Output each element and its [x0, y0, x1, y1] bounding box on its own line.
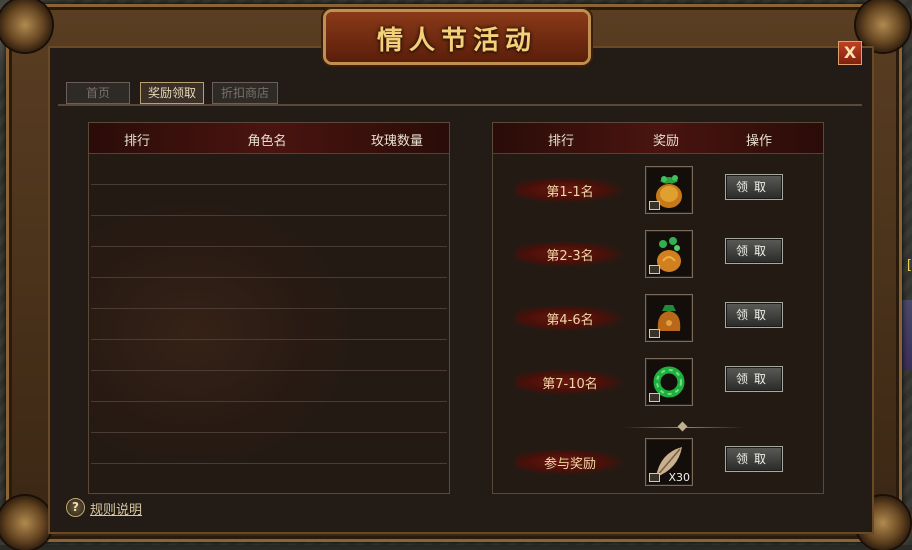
bound-lock-icon — [649, 393, 660, 402]
reward-slot[interactable]: X30 — [645, 438, 693, 486]
rank-banner: 第1-1名 — [515, 177, 625, 203]
rules-link[interactable]: 规则说明 — [90, 499, 142, 518]
close-button[interactable]: X — [838, 41, 862, 65]
claim-button[interactable]: 领取 — [725, 446, 783, 472]
leaderboard-row — [91, 433, 447, 464]
leaderboard-row — [91, 340, 447, 371]
reward-row: 第1-1名 领取 — [493, 157, 823, 221]
reward-rank: 第1-1名 — [546, 185, 594, 200]
header-rose-count: 玫瑰数量 — [370, 134, 423, 149]
leaderboard-row — [91, 185, 447, 216]
tab-bar: 首页 奖励领取 折扣商店 — [58, 74, 862, 106]
reward-row: 第4-6名 领取 — [493, 285, 823, 349]
claim-button[interactable]: 领取 — [725, 366, 783, 392]
reward-slot[interactable] — [645, 166, 693, 214]
reward-slot[interactable] — [645, 294, 693, 342]
tab-discount-shop[interactable]: 折扣商店 — [212, 82, 278, 104]
leaderboard-row — [91, 371, 447, 402]
claim-button[interactable]: 领取 — [725, 302, 783, 328]
reward-rank: 第7-10名 — [542, 377, 598, 392]
world-chat-fragment: [ — [906, 258, 912, 273]
reward-rank: 参与奖励 — [543, 457, 596, 472]
item-count: X30 — [668, 471, 690, 484]
rank-banner: 第7-10名 — [515, 369, 625, 395]
tab-reward-claim[interactable]: 奖励领取 — [140, 82, 204, 104]
rank-banner: 第2-3名 — [515, 241, 625, 267]
reward-rank: 第4-6名 — [546, 313, 594, 328]
window-title: 情人节活动 — [376, 26, 537, 56]
claim-button[interactable]: 领取 — [725, 174, 783, 200]
bound-lock-icon — [649, 201, 660, 210]
bound-lock-icon — [649, 265, 660, 274]
bound-lock-icon — [649, 329, 660, 338]
frame-corner-ornament — [0, 496, 52, 550]
leaderboard-row — [91, 402, 447, 433]
reward-row: 第7-10名 领取 — [493, 349, 823, 413]
header-rank: 排行 — [123, 134, 150, 149]
leaderboard-row — [91, 309, 447, 340]
question-icon[interactable]: ? — [66, 498, 85, 517]
reward-rank: 第2-3名 — [546, 249, 594, 264]
leaderboard-row — [91, 216, 447, 247]
reward-slot[interactable] — [645, 230, 693, 278]
rank-banner: 参与奖励 — [515, 449, 625, 475]
title-plate: 情人节活动 — [326, 12, 588, 62]
leaderboard-row — [91, 247, 447, 278]
rewards-panel: 排行 奖励 操作 第1-1名 领取 第2-3名 领取 第4-6名 领取 第7-1… — [492, 122, 824, 494]
rewards-header: 排行 奖励 操作 — [493, 123, 823, 154]
rank-banner: 第4-6名 — [515, 305, 625, 331]
leaderboard-panel: 排行 角色名 玫瑰数量 — [88, 122, 450, 494]
header-role-name: 角色名 — [247, 134, 287, 149]
claim-button[interactable]: 领取 — [725, 238, 783, 264]
header-rank: 排行 — [547, 134, 574, 149]
bound-lock-icon — [649, 473, 660, 482]
frame-corner-ornament — [856, 0, 910, 52]
leaderboard-header: 排行 角色名 玫瑰数量 — [89, 123, 449, 154]
frame-corner-ornament — [0, 0, 52, 52]
leaderboard-row — [91, 278, 447, 309]
reward-row: 参与奖励 X30 领取 — [493, 429, 823, 493]
tab-home[interactable]: 首页 — [66, 82, 130, 104]
reward-row: 第2-3名 领取 — [493, 221, 823, 285]
header-action: 操作 — [745, 134, 772, 149]
leaderboard-row — [91, 154, 447, 185]
reward-slot[interactable] — [645, 358, 693, 406]
header-reward: 奖励 — [652, 134, 679, 149]
